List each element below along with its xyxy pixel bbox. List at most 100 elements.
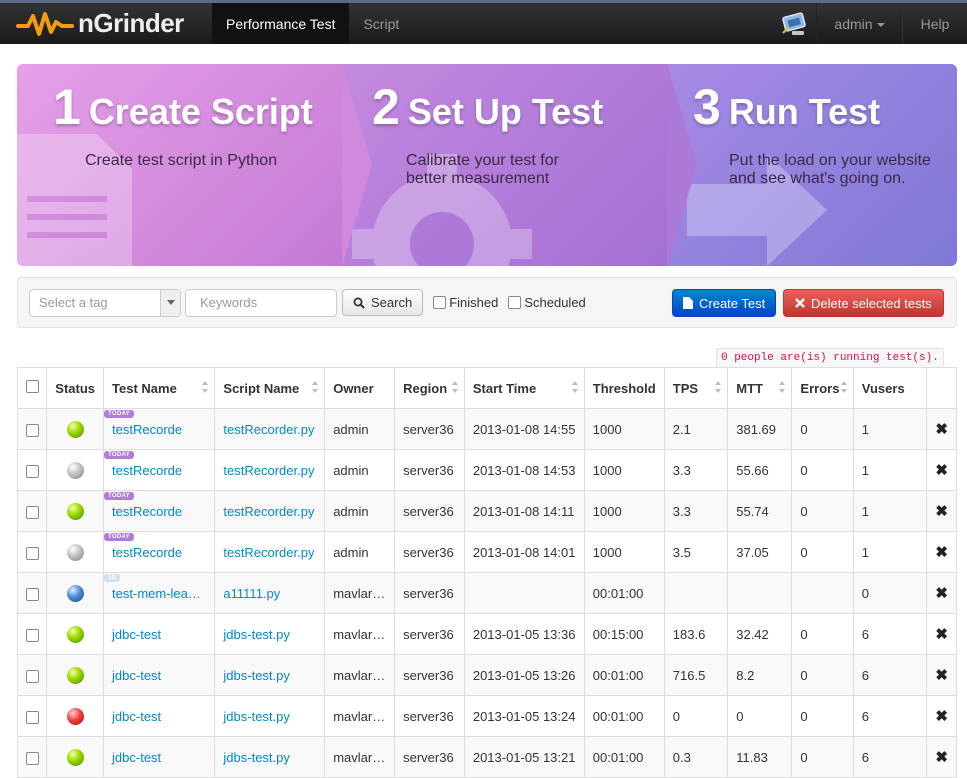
test-name-link[interactable]: jdbc-test <box>112 668 161 683</box>
table-row[interactable]: 1D test-mem-lea… a11111.py mavlar… server36 0… <box>16 572 957 614</box>
script-name-link[interactable]: jdbs-test.py <box>223 709 289 724</box>
chevron-down-icon[interactable] <box>160 289 180 316</box>
brand[interactable]: nGrinder <box>0 3 212 44</box>
table-row[interactable]: jdbc-test jdbs-test.py mavlar… server36 2013… <box>16 695 957 737</box>
column-header-region[interactable]: Region <box>394 367 465 409</box>
script-name-link[interactable]: testRecorder.py <box>223 504 314 519</box>
script-name-link[interactable]: jdbs-test.py <box>223 750 289 765</box>
script-name-cell: testRecorder.py <box>214 531 326 573</box>
delete-row-icon[interactable]: ✖ <box>935 421 948 438</box>
banner-step-set-up-test: 2 Set Up Test Calibrate your test for bet… <box>342 64 697 266</box>
test-name-link[interactable]: testRecorde <box>112 422 182 437</box>
keywords-input[interactable] <box>185 288 337 317</box>
mtt-cell: 381.69 <box>727 408 793 450</box>
column-header-test-name[interactable]: Test Name <box>103 367 216 409</box>
script-name-cell: a11111.py <box>214 572 326 614</box>
search-button-label: Search <box>371 295 413 310</box>
scheduled-filter[interactable]: Scheduled <box>508 295 586 310</box>
status-blue-icon[interactable] <box>66 584 84 602</box>
test-name-link[interactable]: jdbc-test <box>112 709 161 724</box>
nav-help[interactable]: Help <box>903 3 967 44</box>
row-checkbox[interactable] <box>25 587 39 601</box>
owner-cell: mavlar… <box>324 695 396 737</box>
delete-selected-tests-button[interactable]: Delete selected tests <box>783 289 944 317</box>
tag-select[interactable]: Select a tag <box>29 288 181 317</box>
delete-row-icon[interactable]: ✖ <box>935 544 948 561</box>
test-name-cell: TODAY testRecorde <box>103 531 216 573</box>
delete-cell: ✖ <box>926 531 957 573</box>
row-checkbox[interactable] <box>25 751 39 765</box>
column-header-tps[interactable]: TPS <box>663 367 729 409</box>
script-name-link[interactable]: jdbs-test.py <box>223 627 289 642</box>
row-checkbox[interactable] <box>25 464 39 478</box>
status-red-icon[interactable] <box>66 707 84 725</box>
table-row[interactable]: jdbc-test jdbs-test.py mavlar… server36 2013… <box>16 736 957 778</box>
test-name-link[interactable]: jdbc-test <box>112 750 161 765</box>
table-row[interactable]: jdbc-test jdbs-test.py mavlar… server36 2013… <box>16 654 957 696</box>
row-checkbox[interactable] <box>25 505 39 519</box>
sort-icon[interactable] <box>451 381 458 395</box>
delete-row-icon[interactable]: ✖ <box>935 749 948 766</box>
tps-cell: 3.3 <box>663 449 729 491</box>
test-name-link[interactable]: testRecorde <box>112 504 182 519</box>
delete-row-icon[interactable]: ✖ <box>935 585 948 602</box>
nav-script[interactable]: Script <box>349 3 413 44</box>
status-grey-icon[interactable] <box>66 461 84 479</box>
test-name-link[interactable]: jdbc-test <box>112 627 161 642</box>
test-name-link[interactable]: testRecorde <box>112 463 182 478</box>
nav-performance-test[interactable]: Performance Test <box>212 3 350 44</box>
sort-icon[interactable] <box>779 381 786 395</box>
mtt-cell: 55.66 <box>727 449 793 491</box>
column-header-start-time[interactable]: Start Time <box>463 367 585 409</box>
delete-row-icon[interactable]: ✖ <box>935 462 948 479</box>
sort-icon[interactable] <box>715 381 722 395</box>
script-name-link[interactable]: testRecorder.py <box>223 463 314 478</box>
row-checkbox[interactable] <box>25 546 39 560</box>
script-name-link[interactable]: testRecorder.py <box>223 422 314 437</box>
delete-row-icon[interactable]: ✖ <box>935 626 948 643</box>
finished-checkbox[interactable] <box>433 296 447 309</box>
table-row[interactable]: TODAY testRecorde testRecorder.py admin serv… <box>16 490 957 532</box>
status-green-icon[interactable] <box>66 666 84 684</box>
create-test-button[interactable]: Create Test <box>672 289 777 317</box>
status-green-icon[interactable] <box>66 502 84 520</box>
notification-monitor-icon[interactable] <box>773 3 817 44</box>
status-green-icon[interactable] <box>66 625 84 643</box>
table-row[interactable]: TODAY testRecorde testRecorder.py admin serv… <box>16 449 957 491</box>
table-row[interactable]: TODAY testRecorde testRecorder.py admin serv… <box>16 408 957 450</box>
row-checkbox[interactable] <box>25 710 39 724</box>
status-grey-icon[interactable] <box>66 543 84 561</box>
delete-row-icon[interactable]: ✖ <box>935 708 948 725</box>
tps-cell: 0.3 <box>663 736 729 778</box>
table-row[interactable]: TODAY testRecorde testRecorder.py admin serv… <box>16 531 957 573</box>
delete-row-icon[interactable]: ✖ <box>935 503 948 520</box>
sort-icon[interactable] <box>312 381 319 395</box>
user-menu[interactable]: admin <box>817 3 903 44</box>
sort-icon[interactable] <box>571 381 578 395</box>
delete-row-icon[interactable]: ✖ <box>935 667 948 684</box>
row-checkbox[interactable] <box>25 628 39 642</box>
table-header-row: Status Test Name Script Name Owner Regio… <box>16 367 957 409</box>
test-name-link[interactable]: testRecorde <box>112 545 182 560</box>
step-1-heading: 1 Create Script <box>53 79 313 135</box>
table-row[interactable]: jdbc-test jdbs-test.py mavlar… server36 2013… <box>16 613 957 655</box>
status-green-icon[interactable] <box>66 420 84 438</box>
script-name-link[interactable]: a11111.py <box>223 586 280 601</box>
finished-filter[interactable]: Finished <box>433 295 498 310</box>
status-cell <box>46 449 105 491</box>
status-green-icon[interactable] <box>66 748 84 766</box>
script-name-link[interactable]: testRecorder.py <box>223 545 314 560</box>
search-button[interactable]: Search <box>342 289 424 316</box>
row-checkbox[interactable] <box>25 669 39 683</box>
sort-icon[interactable] <box>840 381 847 395</box>
row-checkbox[interactable] <box>25 423 39 437</box>
sort-icon[interactable] <box>202 381 209 395</box>
script-name-link[interactable]: jdbs-test.py <box>223 668 289 683</box>
scheduled-checkbox[interactable] <box>508 296 522 309</box>
column-header-errors[interactable]: Errors <box>791 367 854 409</box>
column-header-mtt[interactable]: MTT <box>727 367 793 409</box>
test-name-link[interactable]: test-mem-lea… <box>112 586 201 601</box>
status-cell <box>46 736 105 778</box>
select-all-checkbox[interactable] <box>25 380 39 393</box>
column-header-script-name[interactable]: Script Name <box>214 367 326 409</box>
